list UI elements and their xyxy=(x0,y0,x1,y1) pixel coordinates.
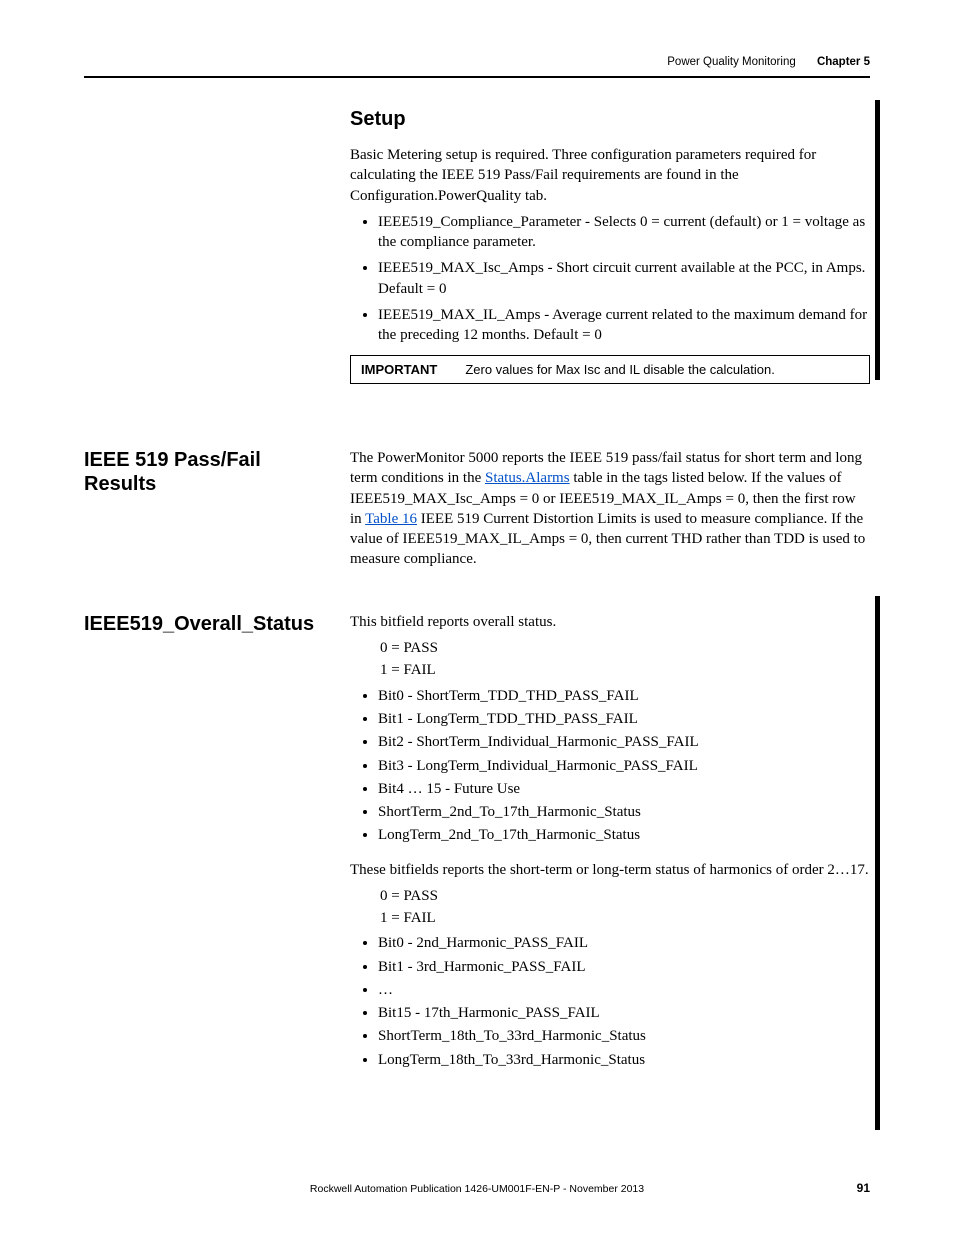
pass-line-2: 0 = PASS xyxy=(380,886,870,908)
overall-intro: This bitfield reports overall status. xyxy=(350,612,870,632)
setup-section: Setup Basic Metering setup is required. … xyxy=(350,108,870,384)
list-item: IEEE519_MAX_Isc_Amps - Short circuit cur… xyxy=(378,258,870,299)
running-header: Power Quality Monitoring Chapter 5 xyxy=(667,56,870,68)
list-item: … xyxy=(378,980,870,1000)
list-item: LongTerm_18th_To_33rd_Harmonic_Status xyxy=(378,1050,870,1070)
setup-heading: Setup xyxy=(350,108,870,131)
header-chapter: Chapter 5 xyxy=(817,56,870,68)
fail-line: 1 = FAIL xyxy=(380,660,870,682)
list-item: ShortTerm_2nd_To_17th_Harmonic_Status xyxy=(378,802,870,822)
important-text: Zero values for Max Isc and IL disable t… xyxy=(465,362,775,377)
results-section: The PowerMonitor 5000 reports the IEEE 5… xyxy=(350,448,870,576)
list-item: Bit2 - ShortTerm_Individual_Harmonic_PAS… xyxy=(378,732,870,752)
list-item: Bit3 - LongTerm_Individual_Harmonic_PASS… xyxy=(378,756,870,776)
footer-publication: Rockwell Automation Publication 1426-UM0… xyxy=(310,1183,644,1195)
list-item: Bit0 - ShortTerm_TDD_THD_PASS_FAIL xyxy=(378,686,870,706)
list-item: IEEE519_Compliance_Parameter - Selects 0… xyxy=(378,212,870,253)
pass-line: 0 = PASS xyxy=(380,638,870,660)
fail-line-2: 1 = FAIL xyxy=(380,908,870,930)
side-heading-overall: IEEE519_Overall_Status xyxy=(84,612,334,636)
overall-para2: These bitfields reports the short-term o… xyxy=(350,860,870,880)
overall-list: Bit0 - ShortTerm_TDD_THD_PASS_FAIL Bit1 … xyxy=(350,686,870,846)
setup-list: IEEE519_Compliance_Parameter - Selects 0… xyxy=(350,212,870,346)
overall-section: This bitfield reports overall status. 0 … xyxy=(350,612,870,1080)
list-item: Bit4 … 15 - Future Use xyxy=(378,779,870,799)
page-number: 91 xyxy=(857,1181,870,1195)
important-box: IMPORTANT Zero values for Max Isc and IL… xyxy=(350,355,870,384)
list-item: IEEE519_MAX_IL_Amps - Average current re… xyxy=(378,305,870,346)
header-rule xyxy=(84,76,870,78)
table-16-link[interactable]: Table 16 xyxy=(365,511,417,527)
header-title: Power Quality Monitoring xyxy=(667,56,795,68)
results-heading: IEEE 519 Pass/Fail Results xyxy=(84,448,334,496)
change-bar xyxy=(875,100,880,380)
change-bar xyxy=(875,596,880,1130)
important-label: IMPORTANT xyxy=(361,362,437,377)
list-item: Bit1 - LongTerm_TDD_THD_PASS_FAIL xyxy=(378,709,870,729)
side-heading-results: IEEE 519 Pass/Fail Results xyxy=(84,448,334,496)
list-item: Bit0 - 2nd_Harmonic_PASS_FAIL xyxy=(378,933,870,953)
page: Power Quality Monitoring Chapter 5 Setup… xyxy=(0,0,954,1235)
setup-intro: Basic Metering setup is required. Three … xyxy=(350,145,870,206)
overall-list-2: Bit0 - 2nd_Harmonic_PASS_FAIL Bit1 - 3rd… xyxy=(350,933,870,1070)
status-alarms-link[interactable]: Status.Alarms xyxy=(485,470,570,486)
text-fragment: IEEE 519 Current Distortion Limits is us… xyxy=(350,511,865,568)
results-paragraph: The PowerMonitor 5000 reports the IEEE 5… xyxy=(350,448,870,570)
list-item: ShortTerm_18th_To_33rd_Harmonic_Status xyxy=(378,1026,870,1046)
footer: Rockwell Automation Publication 1426-UM0… xyxy=(84,1183,870,1195)
overall-heading: IEEE519_Overall_Status xyxy=(84,612,334,636)
list-item: LongTerm_2nd_To_17th_Harmonic_Status xyxy=(378,825,870,845)
list-item: Bit1 - 3rd_Harmonic_PASS_FAIL xyxy=(378,957,870,977)
list-item: Bit15 - 17th_Harmonic_PASS_FAIL xyxy=(378,1003,870,1023)
